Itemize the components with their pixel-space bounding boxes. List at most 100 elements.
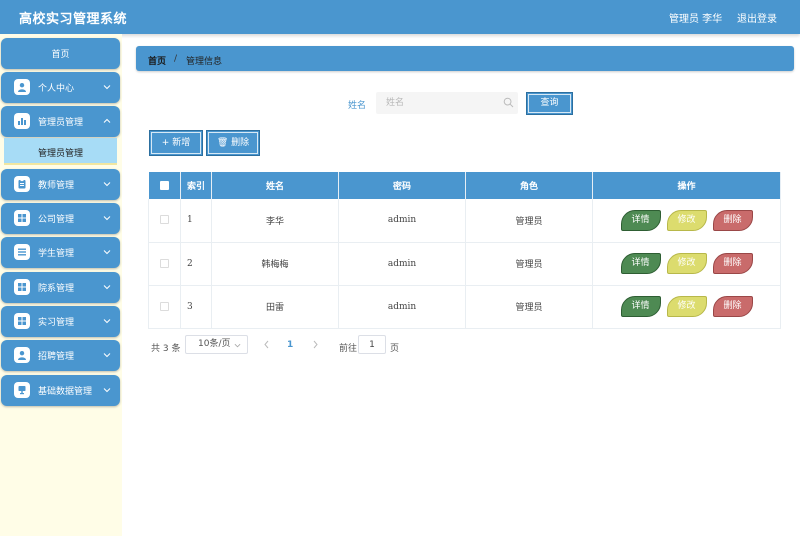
chevron-down-icon: [103, 285, 111, 290]
clipboard-icon: [14, 176, 30, 192]
breadcrumb: 首页 / 管理信息: [136, 46, 794, 71]
sidebar-item-student-management[interactable]: 学生管理: [1, 237, 120, 268]
delete-button[interactable]: 删除: [712, 253, 753, 274]
person-icon: [14, 79, 30, 95]
grid-icon: [14, 279, 30, 295]
add-button[interactable]: + 新增: [149, 130, 203, 156]
row-role: 管理员: [465, 242, 593, 286]
sidebar-item-label: 学生管理: [38, 249, 75, 259]
plus-icon: +: [161, 138, 173, 148]
row-actions: 详情 修改 删除: [592, 242, 781, 286]
row-select-cell: [148, 285, 181, 329]
table-row: 2 韩梅梅 admin 管理员 详情 修改 删除: [148, 242, 781, 286]
row-password: admin: [338, 242, 466, 286]
logout-link[interactable]: 退出登录: [737, 10, 777, 25]
delete-button[interactable]: 删除: [712, 209, 753, 231]
header-select-all[interactable]: [148, 172, 181, 199]
chevron-down-icon: [103, 85, 111, 90]
sidebar-item-label: 实习管理: [38, 318, 75, 328]
next-page-icon[interactable]: [312, 340, 319, 349]
app-title: 高校实习管理系统: [19, 12, 128, 27]
header-index: 索引: [180, 172, 212, 199]
row-password: admin: [338, 199, 466, 243]
sidebar-item-personal-center[interactable]: 个人中心: [1, 72, 120, 103]
page-unit-label: 页: [390, 344, 400, 354]
sidebar-item-teacher-management[interactable]: 教师管理: [1, 169, 120, 200]
batch-delete-label: 删除: [231, 138, 250, 148]
chevron-down-icon: [103, 353, 111, 358]
current-page-number[interactable]: 1: [287, 340, 293, 350]
current-user[interactable]: 管理员 李华: [669, 10, 722, 25]
edit-button[interactable]: 修改: [666, 209, 707, 231]
grid-icon: [14, 210, 30, 226]
chevron-down-icon: [103, 182, 111, 187]
pagination-total: 共 3 条: [151, 344, 181, 354]
admin-table: 索引 姓名 密码 角色 操作 1 李华 admin 管理员 详情 修改 删除 2 韩…: [148, 172, 781, 329]
sidebar-item-recruitment-management[interactable]: 招聘管理: [1, 340, 120, 371]
detail-button[interactable]: 详情: [620, 296, 661, 317]
person-icon: [14, 347, 30, 363]
query-button[interactable]: 查询: [526, 92, 573, 115]
chevron-up-icon: [103, 118, 111, 123]
sidebar-item-internship-management[interactable]: 实习管理: [1, 306, 120, 337]
row-checkbox[interactable]: [160, 215, 169, 225]
goto-page-input[interactable]: [358, 335, 386, 354]
chevron-down-icon: [103, 319, 111, 324]
row-actions: 详情 修改 删除: [592, 285, 781, 329]
sidebar-item-admin-management[interactable]: 管理员管理: [1, 106, 120, 137]
search-input[interactable]: [376, 92, 518, 114]
detail-button[interactable]: 详情: [620, 253, 661, 274]
row-name: 韩梅梅: [211, 242, 339, 286]
search-label: 姓名: [348, 101, 367, 111]
prev-page-icon[interactable]: [263, 340, 270, 349]
grid-icon: [14, 313, 30, 329]
detail-button[interactable]: 详情: [620, 209, 661, 231]
row-select-cell: [148, 199, 181, 243]
sidebar-item-label: 教师管理: [38, 181, 75, 191]
list-icon: [14, 244, 30, 260]
sidebar-item-company-management[interactable]: 公司管理: [1, 203, 120, 234]
batch-delete-button[interactable]: 🗑 删除: [206, 130, 260, 156]
edit-button[interactable]: 修改: [666, 296, 707, 317]
row-actions: 详情 修改 删除: [592, 199, 781, 243]
header-password: 密码: [338, 172, 466, 199]
page-size-select[interactable]: 10条/页: [185, 335, 248, 354]
sidebar-item-basic-data-management[interactable]: 基础数据管理: [1, 375, 120, 406]
goto-label: 前往: [339, 344, 358, 354]
top-bar: 高校实习管理系统 管理员 李华 退出登录: [0, 0, 800, 34]
sidebar-subitem-label: 管理员管理: [37, 149, 83, 159]
row-checkbox[interactable]: [160, 301, 169, 311]
sidebar-item-label: 招聘管理: [38, 352, 75, 362]
add-button-label: 新增: [172, 138, 191, 148]
header-name: 姓名: [211, 172, 339, 199]
search-icon: [503, 97, 514, 108]
row-password: admin: [338, 285, 466, 329]
monitor-icon: [14, 382, 30, 398]
row-name: 田雷: [211, 285, 339, 329]
sidebar-item-label: 公司管理: [38, 215, 75, 225]
row-name: 李华: [211, 199, 339, 243]
delete-button[interactable]: 删除: [712, 296, 753, 317]
row-role: 管理员: [465, 285, 593, 329]
sidebar-item-label: 基础数据管理: [38, 387, 93, 397]
sidebar-item-home[interactable]: 首页: [1, 38, 120, 69]
header-role: 角色: [465, 172, 593, 199]
chevron-down-icon: [234, 343, 241, 348]
row-index: 1: [180, 199, 212, 243]
chevron-down-icon: [103, 388, 111, 393]
chevron-down-icon: [103, 250, 111, 255]
breadcrumb-current: 管理信息: [186, 57, 223, 67]
chevron-down-icon: [103, 216, 111, 221]
breadcrumb-home[interactable]: 首页: [148, 54, 166, 67]
sidebar-item-department-management[interactable]: 院系管理: [1, 272, 120, 303]
header-actions: 操作: [592, 172, 781, 199]
bar-chart-icon: [14, 113, 30, 129]
trash-icon: 🗑: [216, 138, 232, 148]
sidebar-item-label: 首页: [51, 50, 70, 60]
select-all-checkbox[interactable]: [159, 180, 169, 190]
sidebar: 首页 个人中心 管理员管理 管理员管理 教师管理 公司管理 学生管理 院系管理 …: [0, 34, 122, 536]
edit-button[interactable]: 修改: [666, 253, 707, 274]
sidebar-subitem-admin-management[interactable]: 管理员管理: [4, 138, 117, 165]
table-header-row: 索引 姓名 密码 角色 操作: [148, 172, 781, 199]
row-checkbox[interactable]: [160, 258, 169, 268]
